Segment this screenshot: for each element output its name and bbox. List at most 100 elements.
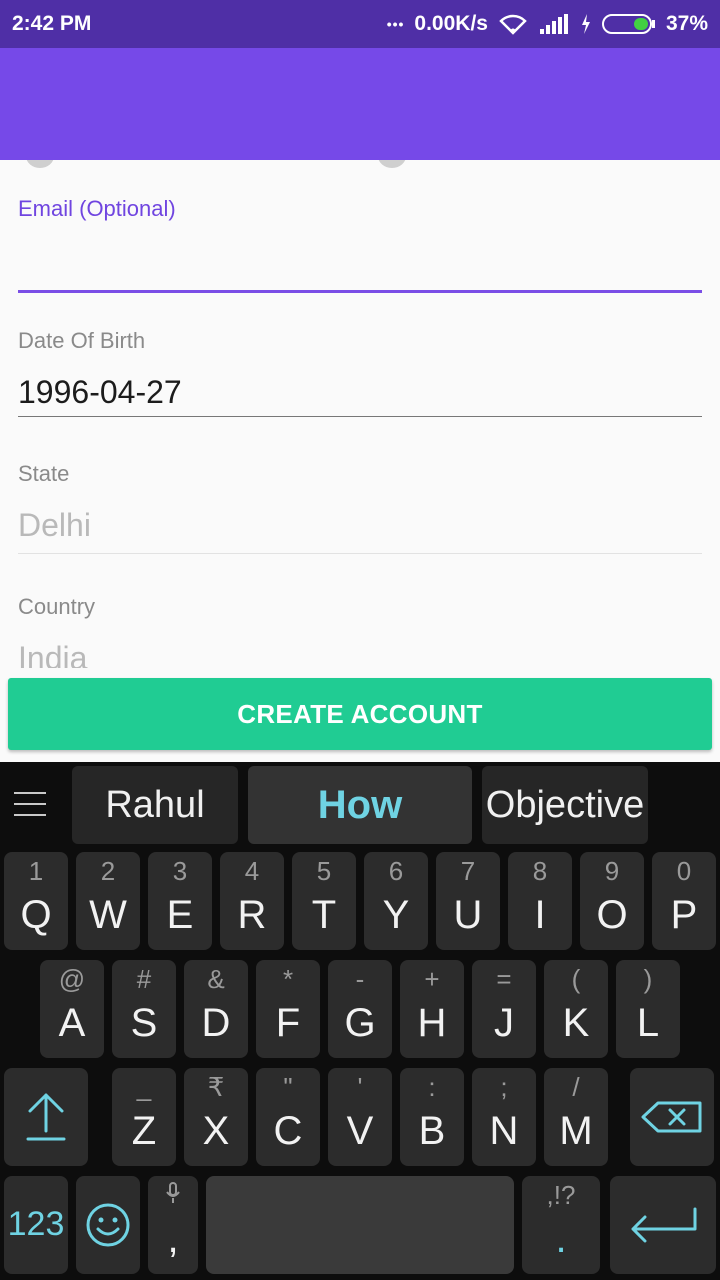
key-d[interactable]: & D: [184, 960, 248, 1058]
create-account-button[interactable]: CREATE ACCOUNT: [8, 678, 712, 750]
smiley-icon: [76, 1176, 140, 1274]
shift-icon: [4, 1068, 88, 1166]
shift-key[interactable]: [4, 1068, 88, 1166]
suggestion-2[interactable]: How: [248, 766, 472, 844]
key-sub: #: [136, 964, 152, 994]
key-j[interactable]: = J: [472, 960, 536, 1058]
key-y[interactable]: 6Y: [364, 852, 428, 950]
registration-form: Email (Optional) Date Of Birth 1996-04-2…: [0, 160, 720, 668]
key-o[interactable]: 9O: [580, 852, 644, 950]
key-label: D: [201, 1001, 231, 1045]
key-p[interactable]: 0P: [652, 852, 716, 950]
key-l[interactable]: ) L: [616, 960, 680, 1058]
key-sub: &: [207, 964, 225, 994]
key-sub: 6: [388, 856, 404, 886]
key-label: H: [417, 1001, 447, 1045]
key-n[interactable]: ; N: [472, 1068, 536, 1166]
key-x[interactable]: ₹ X: [184, 1068, 248, 1166]
key-f[interactable]: * F: [256, 960, 320, 1058]
key-label: I: [534, 893, 546, 937]
backspace-key[interactable]: [630, 1068, 714, 1166]
key-label: V: [346, 1109, 374, 1153]
suggestion-1[interactable]: Rahul: [72, 766, 238, 844]
enter-icon: [610, 1176, 716, 1274]
key-label: L: [636, 1001, 660, 1045]
key-label: B: [418, 1109, 446, 1153]
key-s[interactable]: # S: [112, 960, 176, 1058]
key-sub: 4: [244, 856, 260, 886]
suggestion-3[interactable]: Objective: [482, 766, 648, 844]
key-sub: 3: [172, 856, 188, 886]
emoji-key[interactable]: [76, 1176, 140, 1274]
network-speed: 0.00K/s: [414, 12, 488, 35]
dob-underline: [18, 416, 702, 417]
key-w[interactable]: 2W: [76, 852, 140, 950]
key-u[interactable]: 7U: [436, 852, 500, 950]
key-sub: @: [58, 964, 86, 994]
charging-icon: [580, 13, 592, 35]
mic-icon: [148, 1180, 198, 1211]
key-label: F: [275, 1001, 301, 1045]
key-sub: -: [355, 964, 365, 994]
numbers-key[interactable]: 123: [4, 1176, 68, 1274]
dob-field[interactable]: Date Of Birth 1996-04-27: [18, 328, 702, 417]
battery-icon: [601, 13, 656, 35]
state-field: State Delhi: [18, 461, 702, 554]
key-q[interactable]: 1Q: [4, 852, 68, 950]
key-label: A: [58, 1001, 86, 1045]
space-key[interactable]: [206, 1176, 514, 1274]
partial-field-decoration: [378, 160, 406, 168]
period-key[interactable]: ,!? .: [522, 1176, 600, 1274]
key-sub: ': [357, 1072, 363, 1102]
key-sub: =: [496, 964, 512, 994]
key-sub: +: [424, 964, 440, 994]
dob-input[interactable]: 1996-04-27: [18, 370, 702, 414]
key-label: Z: [131, 1109, 157, 1153]
key-label: O: [596, 893, 628, 937]
key-m[interactable]: / M: [544, 1068, 608, 1166]
email-input[interactable]: [18, 238, 702, 282]
key-label: P: [670, 893, 698, 937]
key-c[interactable]: " C: [256, 1068, 320, 1166]
key-label: N: [489, 1109, 519, 1153]
keyboard-menu-icon[interactable]: [14, 792, 46, 818]
key-sub: 7: [460, 856, 476, 886]
status-dots: •••: [386, 16, 405, 32]
key-label: T: [311, 893, 337, 937]
key-r[interactable]: 4R: [220, 852, 284, 950]
key-v[interactable]: ' V: [328, 1068, 392, 1166]
key-label: 123: [7, 1205, 65, 1243]
key-sub: 9: [604, 856, 620, 886]
signal-icon: [538, 13, 570, 35]
key-label: X: [202, 1109, 230, 1153]
key-label: U: [453, 893, 483, 937]
key-sub: ;: [500, 1072, 508, 1102]
key-k[interactable]: (K: [544, 960, 608, 1058]
key-t[interactable]: 5T: [292, 852, 356, 950]
key-sub: 8: [532, 856, 548, 886]
backspace-icon: [630, 1068, 714, 1166]
key-label: M: [559, 1109, 593, 1153]
app-bar: [0, 48, 720, 160]
key-sub: _: [136, 1072, 152, 1102]
state-label: State: [18, 461, 70, 486]
key-sub: ₹: [207, 1072, 225, 1102]
comma-mic-key[interactable]: ,: [148, 1176, 198, 1274]
key-e[interactable]: 3E: [148, 852, 212, 950]
key-label: W: [89, 893, 127, 937]
key-label: J: [494, 1001, 514, 1045]
key-sub: 0: [676, 856, 692, 886]
enter-key[interactable]: [610, 1176, 716, 1274]
key-g[interactable]: -G: [328, 960, 392, 1058]
battery-percent: 37%: [665, 12, 708, 35]
key-b[interactable]: :B: [400, 1068, 464, 1166]
state-input: Delhi: [18, 507, 91, 543]
email-field[interactable]: Email (Optional): [18, 196, 702, 293]
key-i[interactable]: 8I: [508, 852, 572, 950]
partial-field-decoration: [26, 160, 54, 168]
key-label: ,: [167, 1217, 179, 1261]
country-field: Country India: [18, 594, 702, 668]
key-z[interactable]: _ Z: [112, 1068, 176, 1166]
key-h[interactable]: + H: [400, 960, 464, 1058]
key-a[interactable]: @ A: [40, 960, 104, 1058]
